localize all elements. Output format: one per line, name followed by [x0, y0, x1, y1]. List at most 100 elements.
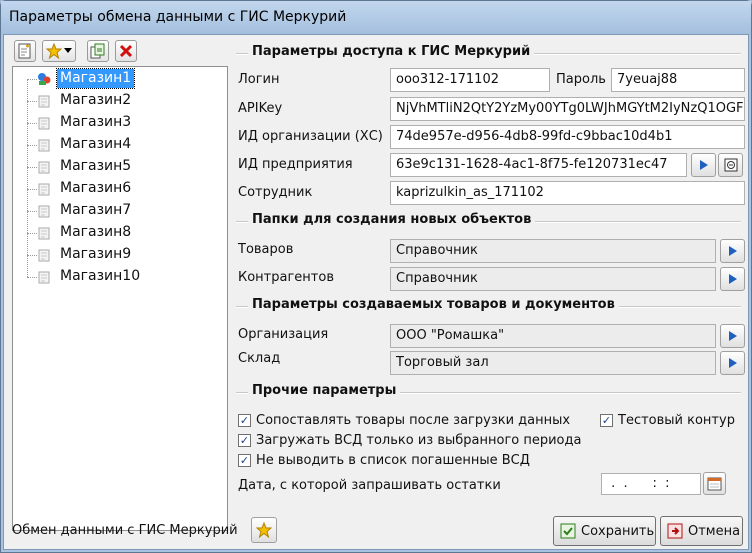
tree-item[interactable]: Магазин3 [13, 112, 227, 134]
tree-connector [27, 211, 37, 212]
tree-item[interactable]: Магазин6 [13, 178, 227, 200]
delete-button[interactable] [115, 40, 137, 62]
star-icon [256, 522, 272, 538]
match-goods-label: Сопоставлять товары после загрузки данны… [256, 413, 571, 428]
footer-label: Обмен данными с ГИС Меркурий [12, 523, 238, 538]
tree-item-label: Магазин10 [60, 268, 141, 284]
enterprise-select-button[interactable] [691, 153, 716, 177]
tree-item-label: Магазин2 [60, 92, 132, 108]
calendar-icon [707, 477, 722, 490]
tree-item[interactable]: Магазин2 [13, 90, 227, 112]
add-icon [18, 43, 31, 59]
arrow-right-icon [728, 274, 737, 284]
tree-item-label: Магазин7 [60, 202, 132, 218]
load-vsd-period-checkbox[interactable]: ✓ [238, 434, 251, 447]
contractors-folder-select-button[interactable] [720, 267, 745, 291]
store-tree[interactable]: Магазин1 Магазин2 Магазин3 Магазин4 Магазин5… [12, 66, 228, 531]
tree-connector [27, 255, 37, 256]
tree-connector [27, 79, 37, 80]
add-button[interactable] [14, 40, 36, 62]
goods-folder-field[interactable]: Справочник [390, 239, 716, 263]
store-icon [38, 271, 50, 284]
copy-icon [90, 43, 105, 59]
tree-connector [27, 189, 37, 190]
tree-connector [27, 277, 37, 278]
match-goods-checkbox[interactable]: ✓ [238, 414, 251, 427]
login-field[interactable]: ooo312-171102 [390, 68, 550, 92]
contractors-label: Контрагентов [238, 270, 334, 285]
organization-select-button[interactable] [720, 324, 745, 348]
tree-item-label: Магазин4 [60, 136, 132, 152]
store-icon [38, 161, 50, 174]
cancel-label: Отмена [688, 523, 741, 539]
org-id-label: ИД организации (ХС) [238, 129, 383, 144]
goods-label: Товаров [238, 242, 294, 257]
tree-item[interactable]: Магазин5 [13, 156, 227, 178]
tree-item-label: Магазин8 [60, 224, 132, 240]
tree-item-label: Магазин3 [60, 114, 132, 130]
save-label: Сохранить [581, 523, 655, 539]
star-icon [46, 43, 62, 59]
tree-item-label: Магазин6 [60, 180, 132, 196]
tree-item-label: Магазин1 [55, 68, 136, 89]
tree-connector [27, 123, 37, 124]
access-heading: Параметры доступа к ГИС Меркурий [248, 44, 535, 59]
copy-button[interactable] [87, 40, 109, 62]
warehouse-field[interactable]: Торговый зал [390, 351, 716, 375]
footer-favorite-button[interactable] [251, 517, 277, 543]
warehouse-label: Склад [238, 351, 281, 366]
open-form-icon [724, 158, 737, 172]
tree-item-label: Магазин5 [60, 158, 132, 174]
delete-icon [119, 44, 133, 58]
calendar-button[interactable] [703, 472, 726, 495]
tree-connector [27, 101, 37, 102]
dialog-client: Магазин1 Магазин2 Магазин3 Магазин4 Магазин5… [3, 34, 749, 550]
hide-redeemed-vsd-checkbox[interactable]: ✓ [238, 454, 251, 467]
window-title: Параметры обмена данными с ГИС Меркурий [1, 1, 751, 34]
other-heading: Прочие параметры [248, 383, 401, 398]
organization-field[interactable]: ООО "Ромашка" [390, 324, 716, 348]
load-vsd-period-label: Загружать ВСД только из выбранного перио… [256, 433, 582, 448]
store-icon [38, 95, 50, 108]
arrow-right-icon [728, 331, 737, 341]
apikey-label: APIKey [238, 101, 283, 116]
arrow-right-icon [728, 246, 737, 256]
password-label: Пароль [556, 72, 606, 87]
tree-item[interactable]: Магазин9 [13, 244, 227, 266]
dialog-window: Параметры обмена данными с ГИС Меркурий … [0, 0, 752, 553]
tree-item[interactable]: Магазин7 [13, 200, 227, 222]
store-icon [38, 205, 50, 218]
tree-connector [27, 167, 37, 168]
cancel-icon [667, 523, 683, 539]
date-field[interactable]: . . : : [601, 473, 701, 495]
tree-item[interactable]: Магазин8 [13, 222, 227, 244]
arrow-right-icon [728, 358, 737, 368]
cancel-button[interactable]: Отмена [660, 516, 743, 546]
save-icon [560, 523, 576, 539]
save-button[interactable]: Сохранить [553, 516, 656, 546]
contractors-folder-field[interactable]: Справочник [390, 267, 716, 291]
store-active-icon [38, 73, 51, 85]
favorite-button[interactable] [42, 40, 76, 62]
store-icon [38, 249, 50, 262]
folders-heading: Папки для создания новых объектов [248, 212, 536, 227]
hide-redeemed-vsd-label: Не выводить в список погашенные ВСД [256, 453, 530, 468]
tree-item-label: Магазин9 [60, 246, 132, 262]
org-id-field[interactable]: 74de957e-d956-4db8-99fd-c9bbac10d4b1 [390, 125, 745, 149]
created-heading: Параметры создаваемых товаров и документ… [248, 297, 619, 312]
employee-field[interactable]: kaprizulkin_as_171102 [390, 181, 745, 205]
enterprise-id-field[interactable]: 63e9c131-1628-4ac1-8f75-fe120731ec47 [390, 153, 687, 177]
store-icon [38, 183, 50, 196]
dropdown-arrow-icon[interactable] [64, 48, 72, 54]
apikey-field[interactable]: NjVhMTliN2QtY2YzMy00YTg0LWJhMGYtM2IyNzQ1… [390, 97, 745, 121]
tree-item[interactable]: Магазин1 [13, 68, 227, 90]
enterprise-open-button[interactable] [718, 153, 743, 177]
goods-folder-select-button[interactable] [720, 239, 745, 263]
warehouse-select-button[interactable] [720, 351, 745, 375]
tree-item[interactable]: Магазин10 [13, 266, 227, 288]
test-circuit-checkbox[interactable]: ✓ [600, 414, 613, 427]
employee-label: Сотрудник [238, 185, 313, 200]
enterprise-id-label: ИД предприятия [238, 157, 353, 172]
password-field[interactable]: 7yeuaj88 [611, 68, 745, 92]
tree-item[interactable]: Магазин4 [13, 134, 227, 156]
